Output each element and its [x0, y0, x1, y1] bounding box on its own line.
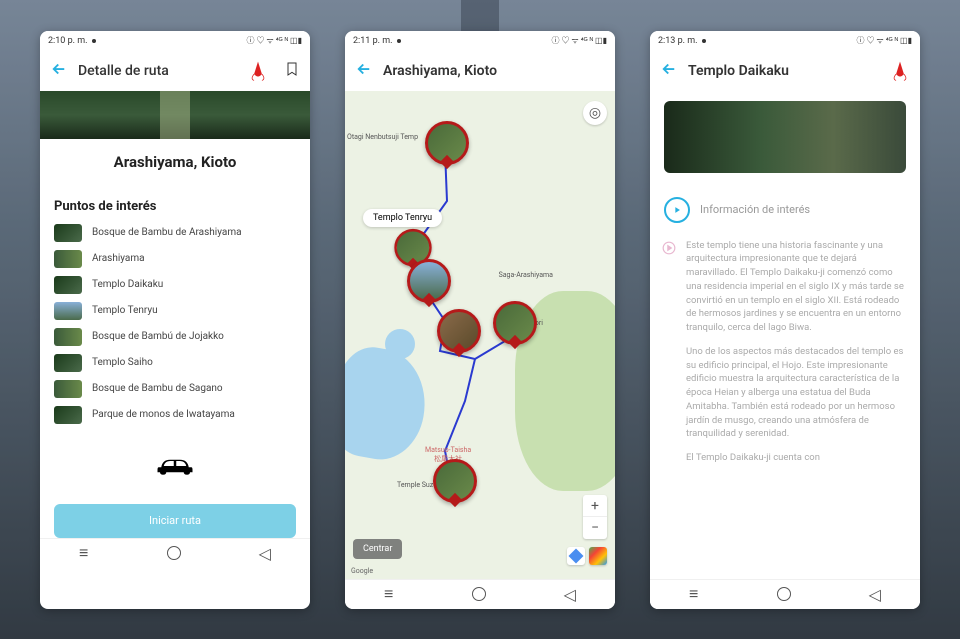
section-poi-title: Puntos de interés [40, 191, 310, 224]
route-hero-image [40, 91, 310, 139]
zoom-out-button[interactable]: − [583, 517, 607, 539]
locate-button[interactable]: ◎ [583, 101, 607, 125]
info-body: Este templo tiene una historia fascinant… [650, 233, 920, 475]
poi-label: Templo Daikaku [92, 279, 163, 290]
back-arrow-icon[interactable] [660, 60, 678, 82]
poi-thumb [54, 406, 82, 424]
paragraph: El Templo Daikaku-ji cuenta con [686, 451, 906, 465]
poi-thumb [54, 354, 82, 372]
play-audio-button[interactable] [664, 197, 690, 223]
status-icons: ⓘ ♡ ᯤ ⁴ᴳ ᴺ ◫▮ [551, 35, 607, 46]
nav-back-icon[interactable]: ◁ [564, 585, 576, 604]
app-header: Detalle de ruta [40, 51, 310, 91]
screen-poi-detail: 2:13 p. m. ⓘ ♡ ᯤ ⁴ᴳ ᴺ ◫▮ Templo Daikaku … [650, 31, 920, 609]
play-mini-icon[interactable] [662, 239, 676, 475]
poi-label: Bosque de Bambu de Arashiyama [92, 227, 242, 238]
nav-home-icon[interactable] [777, 587, 791, 601]
status-dot [397, 39, 401, 43]
status-time: 2:13 p. m. [658, 36, 698, 46]
app-header: Templo Daikaku [650, 51, 920, 91]
status-time: 2:10 p. m. [48, 36, 88, 46]
poi-list: Bosque de Bambu de Arashiyama Arashiyama… [40, 224, 310, 432]
google-maps-icon[interactable] [589, 547, 607, 565]
app-logo [248, 60, 268, 82]
route-title: Arashiyama, Kioto [40, 139, 310, 191]
zoom-controls: + − [583, 495, 607, 539]
list-item[interactable]: Bosque de Bambú de Jojakko [54, 328, 296, 346]
info-header: Información de interés [650, 183, 920, 233]
info-section-title: Información de interés [700, 203, 810, 216]
map-label: Otagi Nenbutsuji Temp [347, 133, 418, 141]
poi-label: Templo Saiho [92, 357, 153, 368]
list-item[interactable]: Arashiyama [54, 250, 296, 268]
poi-thumb [54, 276, 82, 294]
list-item[interactable]: Bosque de Bambu de Arashiyama [54, 224, 296, 242]
header-title: Detalle de ruta [78, 63, 238, 79]
map-pin[interactable] [425, 121, 469, 173]
map-label: Saga-Arashiyama [499, 271, 553, 279]
header-title: Templo Daikaku [688, 63, 880, 79]
screen-route-detail: 2:10 p. m. ⓘ ♡ ᯤ ⁴ᴳ ᴺ ◫▮ Detalle de ruta… [40, 31, 310, 609]
list-item[interactable]: Bosque de Bambu de Sagano [54, 380, 296, 398]
list-item[interactable]: Templo Saiho [54, 354, 296, 372]
info-text: Este templo tiene una historia fascinant… [686, 239, 906, 475]
status-dot [92, 39, 96, 43]
list-item[interactable]: Parque de monos de Iwatayama [54, 406, 296, 424]
poi-label: Templo Tenryu [92, 305, 158, 316]
header-title: Arashiyama, Kioto [383, 63, 605, 79]
status-dot [702, 39, 706, 43]
poi-label: Bosque de Bambú de Jojakko [92, 331, 224, 342]
map-callout[interactable]: Templo Tenryu [363, 209, 442, 227]
map-pin[interactable] [437, 309, 481, 361]
poi-thumb [54, 302, 82, 320]
screen-map: 2:11 p. m. ⓘ ♡ ᯤ ⁴ᴳ ᴺ ◫▮ Arashiyama, Kio… [345, 31, 615, 609]
map-pin[interactable] [493, 301, 537, 353]
app-logo [890, 60, 910, 82]
nav-home-icon[interactable] [472, 587, 486, 601]
nav-recent-icon[interactable]: ≡ [384, 584, 393, 604]
list-item[interactable]: Templo Tenryu [54, 302, 296, 320]
poi-label: Bosque de Bambu de Sagano [92, 383, 223, 394]
nav-back-icon[interactable]: ◁ [259, 544, 271, 563]
nav-recent-icon[interactable]: ≡ [689, 584, 698, 604]
poi-hero-image [664, 101, 906, 173]
map-app-shortcuts [567, 547, 607, 565]
map-pin[interactable] [407, 259, 451, 311]
nav-recent-icon[interactable]: ≡ [79, 543, 88, 563]
paragraph: Este templo tiene una historia fascinant… [686, 239, 906, 335]
status-icons: ⓘ ♡ ᯤ ⁴ᴳ ᴺ ◫▮ [856, 35, 912, 46]
paragraph: Uno de los aspectos más destacados del t… [686, 345, 906, 441]
map-pin[interactable] [433, 459, 477, 511]
poi-label: Parque de monos de Iwatayama [92, 409, 235, 420]
android-nav: ≡ ◁ [40, 538, 310, 568]
app-header: Arashiyama, Kioto [345, 51, 615, 91]
status-bar: 2:11 p. m. ⓘ ♡ ᯤ ⁴ᴳ ᴺ ◫▮ [345, 31, 615, 51]
map[interactable]: Otagi Nenbutsuji Temp Saga-Arashiyama Sa… [345, 91, 615, 579]
poi-label: Arashiyama [92, 253, 145, 264]
zoom-in-button[interactable]: + [583, 495, 607, 517]
back-arrow-icon[interactable] [355, 60, 373, 82]
poi-thumb [54, 224, 82, 242]
android-nav: ≡ ◁ [650, 579, 920, 609]
google-attribution: Google [351, 567, 373, 575]
start-route-button[interactable]: Iniciar ruta [54, 504, 296, 538]
poi-thumb [54, 250, 82, 268]
status-icons: ⓘ ♡ ᯤ ⁴ᴳ ᴺ ◫▮ [246, 35, 302, 46]
status-bar: 2:13 p. m. ⓘ ♡ ᯤ ⁴ᴳ ᴺ ◫▮ [650, 31, 920, 51]
status-bar: 2:10 p. m. ⓘ ♡ ᯤ ⁴ᴳ ᴺ ◫▮ [40, 31, 310, 51]
android-nav: ≡ ◁ [345, 579, 615, 609]
car-icon [40, 432, 310, 496]
center-button[interactable]: Centrar [353, 539, 402, 559]
status-time: 2:11 p. m. [353, 36, 393, 46]
poi-thumb [54, 328, 82, 346]
bookmark-icon[interactable] [284, 60, 300, 82]
back-arrow-icon[interactable] [50, 60, 68, 82]
directions-icon[interactable] [567, 547, 585, 565]
nav-home-icon[interactable] [167, 546, 181, 560]
nav-back-icon[interactable]: ◁ [869, 585, 881, 604]
poi-thumb [54, 380, 82, 398]
list-item[interactable]: Templo Daikaku [54, 276, 296, 294]
